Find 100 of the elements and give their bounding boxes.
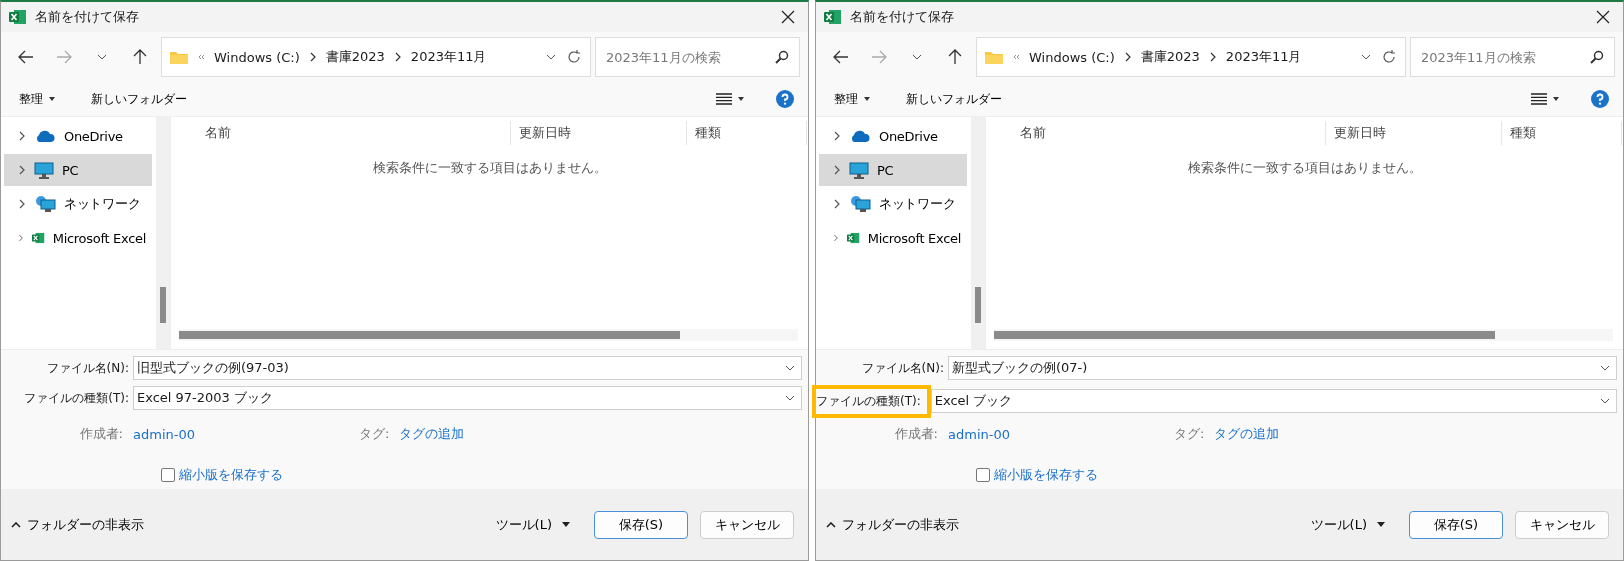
folder-icon xyxy=(985,50,1003,64)
chevron-right-icon xyxy=(18,131,26,141)
author-link[interactable]: admin-00 xyxy=(948,426,1010,442)
chevron-right-icon xyxy=(833,199,841,209)
scrollbar[interactable] xyxy=(971,117,985,349)
search-input[interactable]: 2023年11月の検索 xyxy=(606,39,769,75)
chevron-right-icon xyxy=(833,165,841,175)
arrow-left-icon xyxy=(833,50,849,64)
chevron-down-icon xyxy=(1600,365,1610,371)
arrow-right-icon xyxy=(56,50,72,64)
thumbnail-checkbox[interactable]: 縮小版を保存する xyxy=(161,466,802,484)
caret-icon xyxy=(1377,522,1385,527)
chevron-down-icon xyxy=(785,365,795,371)
scrollbar[interactable] xyxy=(994,329,1613,341)
sidebar-item[interactable]: Microsoft Excel xyxy=(819,222,967,254)
organize-menu[interactable]: 整理 xyxy=(15,88,59,110)
sidebar-item[interactable]: ネットワーク xyxy=(819,188,967,220)
search-input[interactable]: 2023年11月の検索 xyxy=(1421,39,1584,75)
window-title: 名前を付けて保存 xyxy=(850,8,955,26)
arrow-up-icon xyxy=(133,49,147,65)
cloud-icon xyxy=(849,129,871,143)
refresh-icon xyxy=(1381,49,1397,65)
tag-label: タグ: xyxy=(1174,425,1206,443)
chevron-down-icon xyxy=(1600,398,1610,404)
caret-icon xyxy=(1553,97,1559,101)
help-icon[interactable] xyxy=(1591,90,1609,108)
arrow-up-icon xyxy=(948,49,962,65)
empty-message: 検索条件に一致する項目はありません。 xyxy=(372,160,607,175)
list-view-icon xyxy=(1531,93,1547,105)
sidebar-item[interactable]: PC xyxy=(819,154,967,186)
chevron-right-icon xyxy=(833,233,839,243)
breadcrumb-item[interactable]: 書庫2023 xyxy=(1140,48,1200,66)
close-icon xyxy=(781,10,795,24)
chevron-down-icon xyxy=(912,54,922,60)
add-tag-link[interactable]: タグの追加 xyxy=(1214,425,1280,443)
chevron-right-icon xyxy=(833,131,841,141)
sidebar-item[interactable]: Microsoft Excel xyxy=(4,222,152,254)
search-icon xyxy=(775,50,789,64)
cancel-button[interactable]: キャンセル xyxy=(1515,510,1609,539)
add-tag-link[interactable]: タグの追加 xyxy=(399,425,465,443)
field-label: ファイル名(N): xyxy=(45,359,130,377)
field-label: ファイル名(N): xyxy=(860,359,945,377)
tools-menu[interactable]: ツール(L) xyxy=(489,514,576,535)
chevron-up-icon xyxy=(11,521,21,528)
cancel-button[interactable]: キャンセル xyxy=(700,510,794,539)
author-link[interactable]: admin-00 xyxy=(133,426,195,442)
breadcrumb-item[interactable]: Windows (C:) xyxy=(1029,49,1115,65)
breadcrumb-item[interactable]: 2023年11月 xyxy=(1225,48,1302,66)
close-icon xyxy=(1596,10,1610,24)
sidebar-item[interactable]: PC xyxy=(4,154,152,186)
column-header[interactable]: 種類 xyxy=(1502,121,1622,145)
chevron-right-icon xyxy=(18,199,26,209)
spreadsheet-icon xyxy=(31,230,45,246)
spreadsheet-icon xyxy=(846,230,860,246)
tools-menu[interactable]: ツール(L) xyxy=(1304,514,1391,535)
breadcrumb-item[interactable]: Windows (C:) xyxy=(214,49,300,65)
author-label: 作成者: xyxy=(78,425,124,443)
scrollbar[interactable] xyxy=(179,329,798,341)
sidebar-item[interactable]: OneDrive xyxy=(4,120,152,152)
file-type-dropdown[interactable]: Excel ブック xyxy=(930,389,1617,413)
hide-folders-button[interactable]: フォルダーの非表示 xyxy=(824,513,961,536)
overflow-icon xyxy=(1013,54,1019,60)
address-bar[interactable]: Windows (C:) 書庫2023 2023年11月 xyxy=(161,37,591,77)
scrollbar[interactable] xyxy=(156,117,170,349)
file-type-dropdown[interactable]: Excel 97-2003 ブック xyxy=(133,386,802,410)
help-icon[interactable] xyxy=(776,90,794,108)
chevron-down-icon xyxy=(97,54,107,60)
save-button[interactable]: 保存(S) xyxy=(1409,510,1503,539)
organize-menu[interactable]: 整理 xyxy=(830,88,874,110)
chevron-right-icon xyxy=(18,233,24,243)
refresh-icon xyxy=(566,49,582,65)
column-header[interactable]: 名前 xyxy=(171,121,511,145)
caret-icon xyxy=(864,97,870,101)
hide-folders-button[interactable]: フォルダーの非表示 xyxy=(9,513,146,536)
tag-label: タグ: xyxy=(359,425,391,443)
caret-icon xyxy=(49,97,55,101)
search-field[interactable]: 2023年11月の検索 xyxy=(595,37,800,77)
file-name-field[interactable]: 新型式ブックの例(07-) xyxy=(948,356,1617,380)
save-button[interactable]: 保存(S) xyxy=(594,510,688,539)
breadcrumb-item[interactable]: 書庫2023 xyxy=(325,48,385,66)
column-header[interactable]: 名前 xyxy=(986,121,1326,145)
column-header[interactable]: 種類 xyxy=(687,121,807,145)
address-bar[interactable]: Windows (C:) 書庫2023 2023年11月 xyxy=(976,37,1406,77)
field-label: ファイルの種類(T): xyxy=(23,389,130,407)
thumbnail-checkbox[interactable]: 縮小版を保存する xyxy=(976,466,1617,484)
folder-icon xyxy=(170,50,188,64)
file-name-field[interactable]: 旧型式ブックの例(97-03) xyxy=(133,356,802,380)
column-header[interactable]: 更新日時 xyxy=(511,121,687,145)
chevron-up-icon xyxy=(826,521,836,528)
sidebar-item[interactable]: ネットワーク xyxy=(4,188,152,220)
chevron-right-icon xyxy=(1209,52,1216,62)
sidebar-item[interactable]: OneDrive xyxy=(819,120,967,152)
search-field[interactable]: 2023年11月の検索 xyxy=(1410,37,1615,77)
arrow-right-icon xyxy=(871,50,887,64)
new-folder-button[interactable]: 新しいフォルダー xyxy=(902,88,1006,110)
new-folder-button[interactable]: 新しいフォルダー xyxy=(87,88,191,110)
caret-icon xyxy=(738,97,744,101)
caret-icon xyxy=(562,522,570,527)
breadcrumb-item[interactable]: 2023年11月 xyxy=(410,48,487,66)
column-header[interactable]: 更新日時 xyxy=(1326,121,1502,145)
